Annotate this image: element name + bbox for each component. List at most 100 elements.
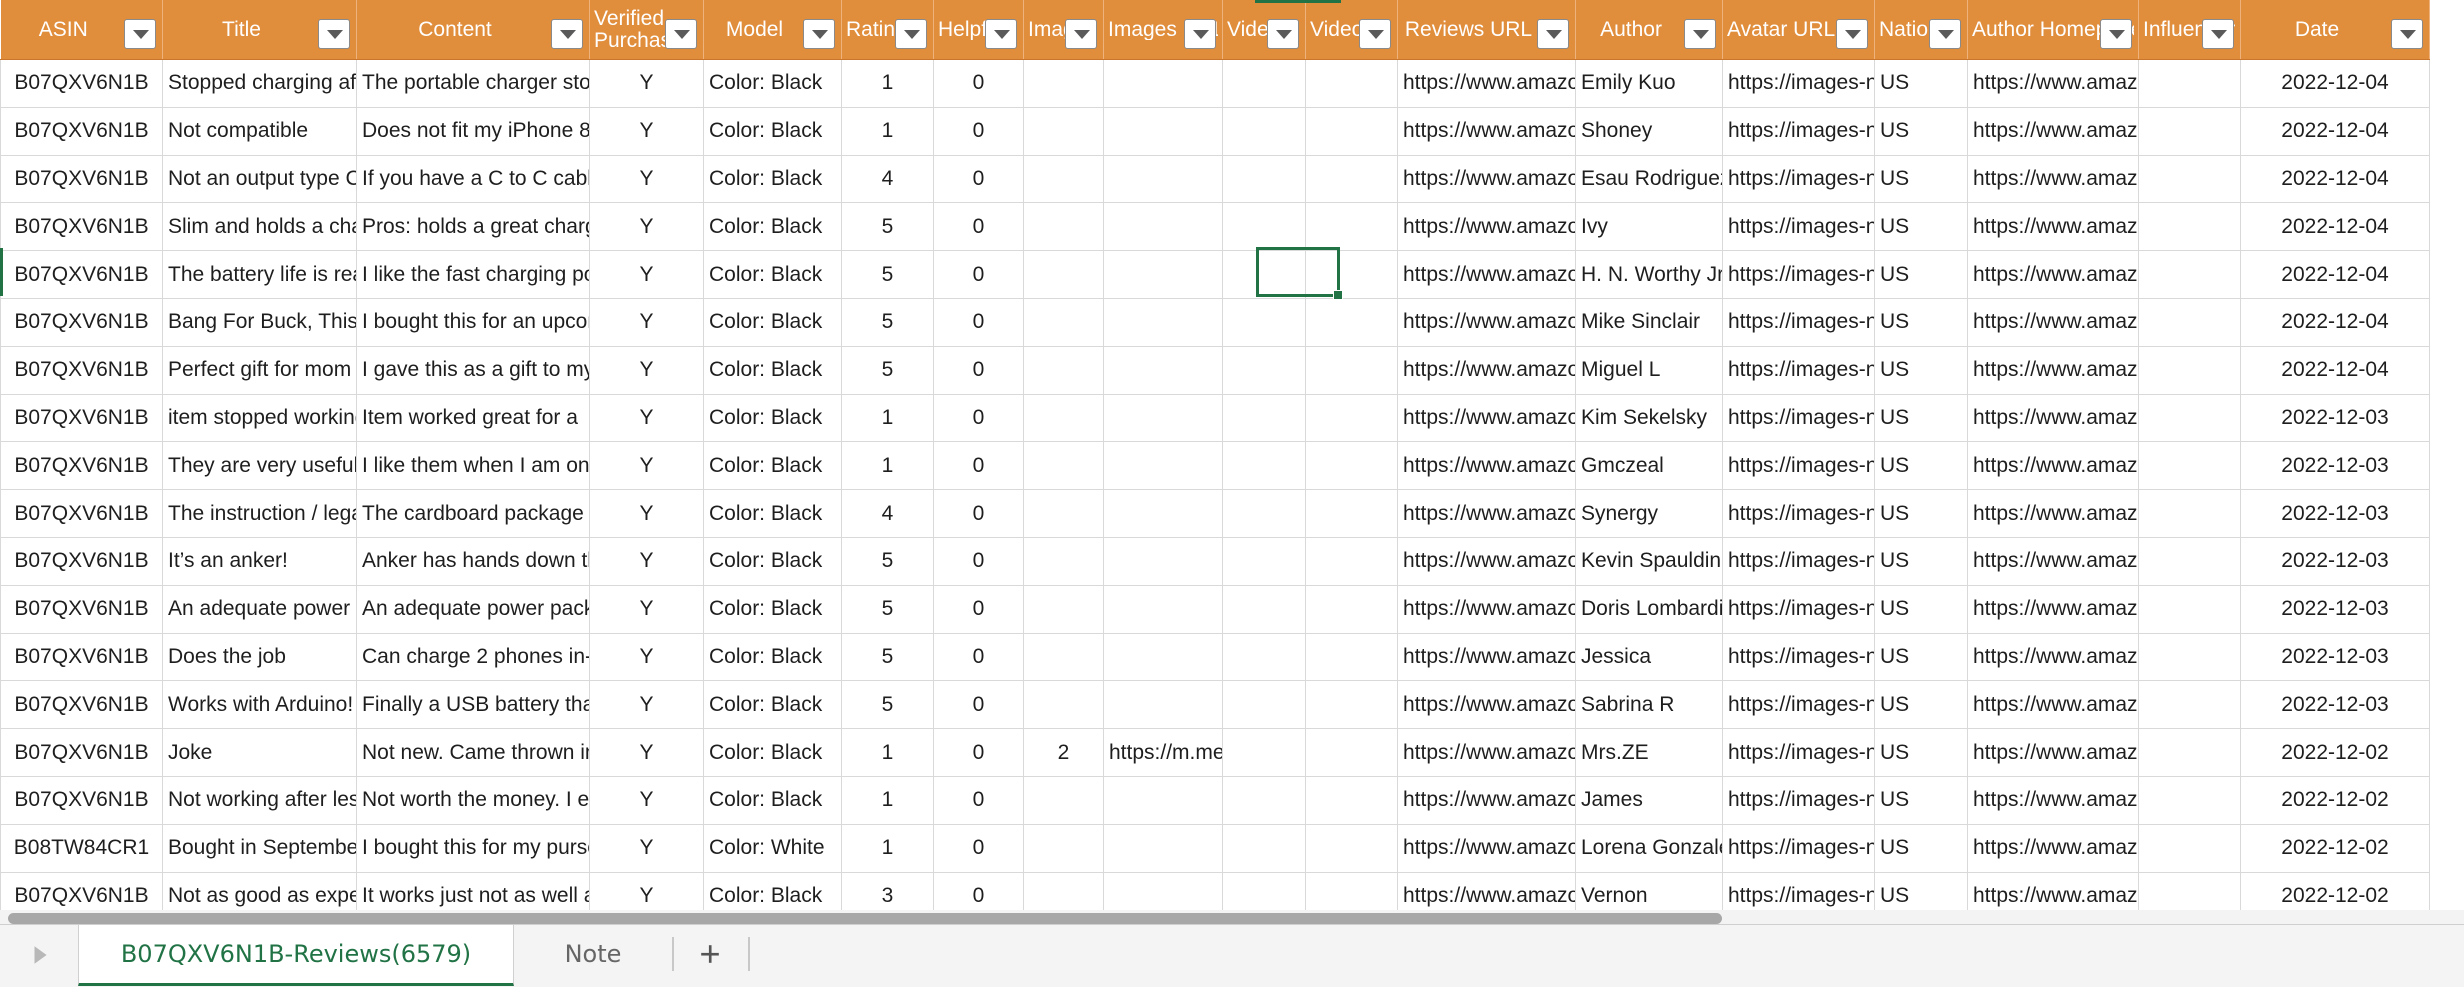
cell-author-homepage[interactable]: https://www.amazon [1967,537,2139,586]
cell-nation[interactable]: US [1874,489,1968,538]
filter-dropdown-icon[interactable] [985,19,1017,49]
cell-reviews-url[interactable]: https://www.amazon [1397,537,1576,586]
cell-verified[interactable]: Y [589,298,704,347]
filter-dropdown-icon[interactable] [665,19,697,49]
cell-nation[interactable]: US [1874,59,1968,108]
cell-verified[interactable]: Y [589,250,704,299]
cell-content[interactable]: Anker has hands down the [356,537,590,586]
cell-images-url[interactable] [1103,633,1223,682]
cell-images[interactable] [1023,489,1104,538]
cell-model[interactable]: Color: Black [703,776,842,825]
cell-model[interactable]: Color: Black [703,202,842,252]
filter-dropdown-icon[interactable] [1267,19,1299,49]
cell-helpful[interactable]: 0 [933,489,1024,538]
cell-influencer[interactable] [2138,394,2241,443]
cell-reviews-url[interactable]: https://www.amazon [1397,298,1576,347]
cell-videos[interactable] [1222,59,1306,108]
filter-dropdown-icon[interactable] [2391,19,2423,49]
cell-images[interactable] [1023,202,1104,252]
cell-author[interactable]: Sabrina R [1575,680,1723,730]
cell-author-homepage[interactable]: https://www.amazon [1967,680,2139,730]
cell-videos[interactable] [1222,824,1306,873]
cell-helpful[interactable]: 0 [933,107,1024,156]
cell-reviews-url[interactable]: https://www.amazon [1397,202,1576,252]
cell-images[interactable] [1023,250,1104,299]
cell-author-homepage[interactable]: https://www.amazon [1967,394,2139,443]
cell-images-url[interactable] [1103,394,1223,443]
cell-images[interactable] [1023,680,1104,730]
cell-helpful[interactable]: 0 [933,394,1024,443]
cell-images-url[interactable] [1103,537,1223,586]
cell-videos[interactable] [1222,155,1306,204]
cell-influencer[interactable] [2138,346,2241,395]
cell-videos-url[interactable] [1305,59,1398,108]
cell-nation[interactable]: US [1874,155,1968,204]
cell-date[interactable]: 2022-12-04 [2240,155,2430,204]
cell-reviews-url[interactable]: https://www.amazon [1397,489,1576,538]
cell-asin[interactable]: B07QXV6N1B [0,441,163,491]
cell-nation[interactable]: US [1874,633,1968,682]
cell-videos[interactable] [1222,298,1306,347]
cell-helpful[interactable]: 0 [933,155,1024,204]
cell-images[interactable]: 2 [1023,728,1104,777]
cell-verified[interactable]: Y [589,107,704,156]
cell-images-url[interactable] [1103,250,1223,299]
cell-reviews-url[interactable]: https://www.amazon [1397,346,1576,395]
cell-verified[interactable]: Y [589,728,704,777]
cell-images[interactable] [1023,346,1104,395]
cell-asin[interactable]: B07QXV6N1B [0,250,163,299]
filter-dropdown-icon[interactable] [2202,19,2234,49]
cell-influencer[interactable] [2138,537,2241,586]
cell-avatar-url[interactable]: https://images-na [1722,394,1875,443]
cell-reviews-url[interactable]: https://www.amazon [1397,394,1576,443]
cell-avatar-url[interactable]: https://images-na [1722,537,1875,586]
cell-date[interactable]: 2022-12-03 [2240,394,2430,443]
cell-author-homepage[interactable]: https://www.amazon [1967,250,2139,299]
filter-dropdown-icon[interactable] [1537,19,1569,49]
cell-title[interactable]: Works with Arduino! [162,680,357,730]
cell-nation[interactable]: US [1874,250,1968,299]
cell-nation[interactable]: US [1874,394,1968,443]
cell-avatar-url[interactable]: https://images-na [1722,585,1875,634]
cell-author[interactable]: Lorena Gonzalez [1575,824,1723,873]
cell-date[interactable]: 2022-12-03 [2240,489,2430,538]
cell-nation[interactable]: US [1874,680,1968,730]
cell-avatar-url[interactable]: https://images-na [1722,680,1875,730]
cell-influencer[interactable] [2138,107,2241,156]
cell-asin[interactable]: B07QXV6N1B [0,776,163,825]
cell-asin[interactable]: B07QXV6N1B [0,633,163,682]
cell-images-url[interactable] [1103,202,1223,252]
cell-model[interactable]: Color: Black [703,298,842,347]
cell-author[interactable]: Shoney [1575,107,1723,156]
cell-avatar-url[interactable]: https://images-na [1722,59,1875,108]
cell-images[interactable] [1023,537,1104,586]
cell-videos[interactable] [1222,202,1306,252]
cell-title[interactable]: They are very useful [162,441,357,491]
cell-videos[interactable] [1222,776,1306,825]
cell-model[interactable]: Color: Black [703,250,842,299]
cell-verified[interactable]: Y [589,155,704,204]
cell-author-homepage[interactable]: https://www.amazon [1967,155,2139,204]
cell-helpful[interactable]: 0 [933,537,1024,586]
cell-nation[interactable]: US [1874,202,1968,252]
cell-verified[interactable]: Y [589,585,704,634]
cell-verified[interactable]: Y [589,202,704,252]
cell-images[interactable] [1023,441,1104,491]
cell-reviews-url[interactable]: https://www.amazon [1397,250,1576,299]
cell-influencer[interactable] [2138,250,2241,299]
cell-date[interactable]: 2022-12-03 [2240,680,2430,730]
cell-influencer[interactable] [2138,633,2241,682]
cell-nation[interactable]: US [1874,728,1968,777]
cell-date[interactable]: 2022-12-04 [2240,107,2430,156]
filter-dropdown-icon[interactable] [895,19,927,49]
cell-avatar-url[interactable]: https://images-na [1722,298,1875,347]
cell-title[interactable]: Perfect gift for mom [162,346,357,395]
cell-nation[interactable]: US [1874,107,1968,156]
cell-content[interactable]: The cardboard package [356,489,590,538]
cell-reviews-url[interactable]: https://www.amazon [1397,728,1576,777]
cell-avatar-url[interactable]: https://images-na [1722,250,1875,299]
cell-images-url[interactable] [1103,441,1223,491]
cell-author-homepage[interactable]: https://www.amazon [1967,824,2139,873]
cell-avatar-url[interactable]: https://images-na [1722,346,1875,395]
cell-asin[interactable]: B07QXV6N1B [0,537,163,586]
